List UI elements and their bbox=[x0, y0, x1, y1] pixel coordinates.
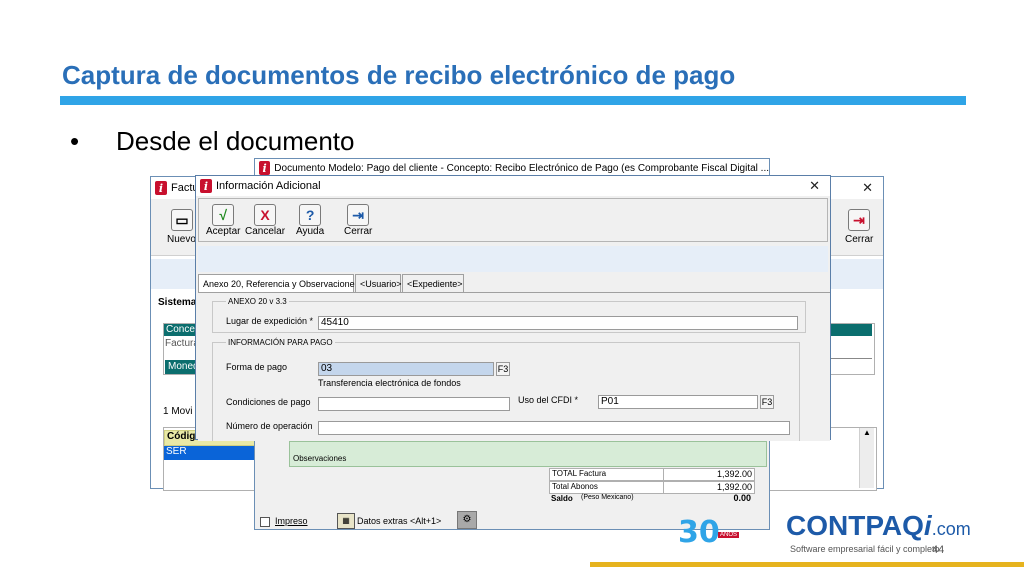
saldo-label: Saldo bbox=[551, 494, 573, 503]
badge-text: AÑOS bbox=[718, 532, 740, 538]
brand-logo: CONTPAQi.com bbox=[786, 510, 971, 542]
brand-name: CONTPAQ bbox=[786, 510, 924, 541]
impreso-label: Impreso bbox=[275, 516, 308, 526]
document-window-title: Documento Modelo: Pago del cliente - Con… bbox=[274, 162, 769, 174]
extras-label[interactable]: Datos extras <Alt+1> bbox=[357, 516, 441, 526]
check-icon: √ bbox=[212, 204, 235, 226]
dialog-toolbar bbox=[198, 198, 828, 242]
info-icon: i bbox=[259, 161, 271, 175]
uso-f3-button[interactable]: F3 bbox=[760, 395, 774, 409]
pago-group-label: INFORMACIÓN PARA PAGO bbox=[226, 338, 335, 347]
tools-icon[interactable]: ⚙ bbox=[457, 511, 477, 529]
help-icon: ? bbox=[299, 204, 322, 226]
brand-tagline: Software empresarial fácil y completo bbox=[790, 544, 940, 554]
table-scrollbar[interactable]: ▲ bbox=[859, 428, 874, 488]
uso-label: Uso del CFDI * bbox=[518, 395, 579, 405]
exit-icon[interactable]: ⇥ bbox=[848, 209, 870, 231]
slide-title: Captura de documentos de recibo electrón… bbox=[62, 60, 736, 90]
impreso-checkbox[interactable] bbox=[260, 517, 270, 527]
saldo-currency: (Peso Mexicano) bbox=[581, 494, 634, 501]
cancel-x-icon: X bbox=[254, 204, 277, 226]
badge-years: 30 bbox=[678, 515, 720, 550]
help-label: Ayuda bbox=[296, 226, 325, 237]
help-button[interactable]: ? Ayuda bbox=[296, 204, 324, 237]
brand-name-i: i bbox=[923, 510, 932, 541]
close-label: Cerrar bbox=[344, 226, 373, 237]
exit-icon: ⇥ bbox=[347, 204, 370, 226]
forma-input[interactable]: 03 bbox=[318, 362, 494, 376]
page-number: 44 bbox=[932, 544, 945, 556]
close-button[interactable]: ⇥ Cerrar bbox=[344, 204, 372, 237]
numero-input[interactable] bbox=[318, 421, 790, 435]
bullet-text: Desde el documento bbox=[116, 126, 355, 156]
total-factura-label: TOTAL Factura bbox=[549, 468, 665, 481]
lugar-label: Lugar de expedición * bbox=[226, 316, 314, 326]
right-line bbox=[831, 358, 872, 359]
anexo-group-label: ANEXO 20 v 3.3 bbox=[226, 297, 289, 306]
close-icon[interactable]: ✕ bbox=[862, 180, 873, 196]
condiciones-label: Condiciones de pago bbox=[226, 397, 311, 407]
cancel-label: Cancelar bbox=[245, 226, 286, 237]
movements-label[interactable]: 1 Movi bbox=[163, 406, 192, 417]
uso-input[interactable]: P01 bbox=[598, 395, 758, 409]
observations-panel bbox=[289, 441, 767, 467]
observations-label: Observaciones bbox=[293, 454, 347, 463]
new-document-icon[interactable]: ▭ bbox=[171, 209, 193, 231]
total-abonos-label: Total Abonos bbox=[549, 481, 665, 494]
anniversary-badge: 30 AÑOS bbox=[678, 515, 740, 550]
dialog-title: Información Adicional bbox=[216, 180, 321, 192]
tab-anexo[interactable]: Anexo 20, Referencia y Observaciones bbox=[198, 274, 359, 292]
new-button-label[interactable]: Nuevo bbox=[167, 234, 196, 245]
dialog-info-strip bbox=[198, 246, 828, 272]
footer-bar bbox=[590, 562, 1024, 567]
concept-value[interactable]: Factura bbox=[165, 338, 199, 349]
accept-button[interactable]: √ Aceptar bbox=[206, 204, 240, 237]
condiciones-input[interactable] bbox=[318, 397, 510, 411]
code-cell[interactable]: SER bbox=[164, 446, 256, 460]
tab-usuario[interactable]: <Usuario> bbox=[355, 274, 402, 292]
dialog-titlebar: i Información Adicional ✕ bbox=[196, 176, 830, 196]
forma-f3-button[interactable]: F3 bbox=[496, 362, 510, 376]
saldo-value: 0.00 bbox=[733, 493, 751, 503]
info-icon: i bbox=[200, 179, 212, 193]
lugar-input[interactable]: 45410 bbox=[318, 316, 798, 330]
cancel-button[interactable]: X Cancelar bbox=[245, 204, 285, 237]
numero-label: Número de operación bbox=[226, 421, 313, 431]
forma-description: Transferencia electrónica de fondos bbox=[318, 378, 461, 388]
close-icon[interactable]: ✕ bbox=[809, 178, 820, 194]
system-section: Sistema bbox=[158, 297, 197, 308]
tab-expediente[interactable]: <Expediente> bbox=[402, 274, 464, 292]
back-close-label[interactable]: Cerrar bbox=[845, 234, 873, 245]
brand-suffix: .com bbox=[931, 519, 971, 539]
title-accent-bar bbox=[60, 96, 966, 105]
accept-label: Aceptar bbox=[206, 226, 241, 237]
info-icon: i bbox=[155, 181, 167, 195]
total-factura-value: 1,392.00 bbox=[663, 468, 755, 481]
bullet-mark: • bbox=[70, 126, 80, 156]
extras-calendar-icon[interactable]: ▦ bbox=[337, 513, 355, 529]
forma-label: Forma de pago bbox=[226, 362, 288, 372]
right-teal-bar bbox=[831, 324, 872, 336]
